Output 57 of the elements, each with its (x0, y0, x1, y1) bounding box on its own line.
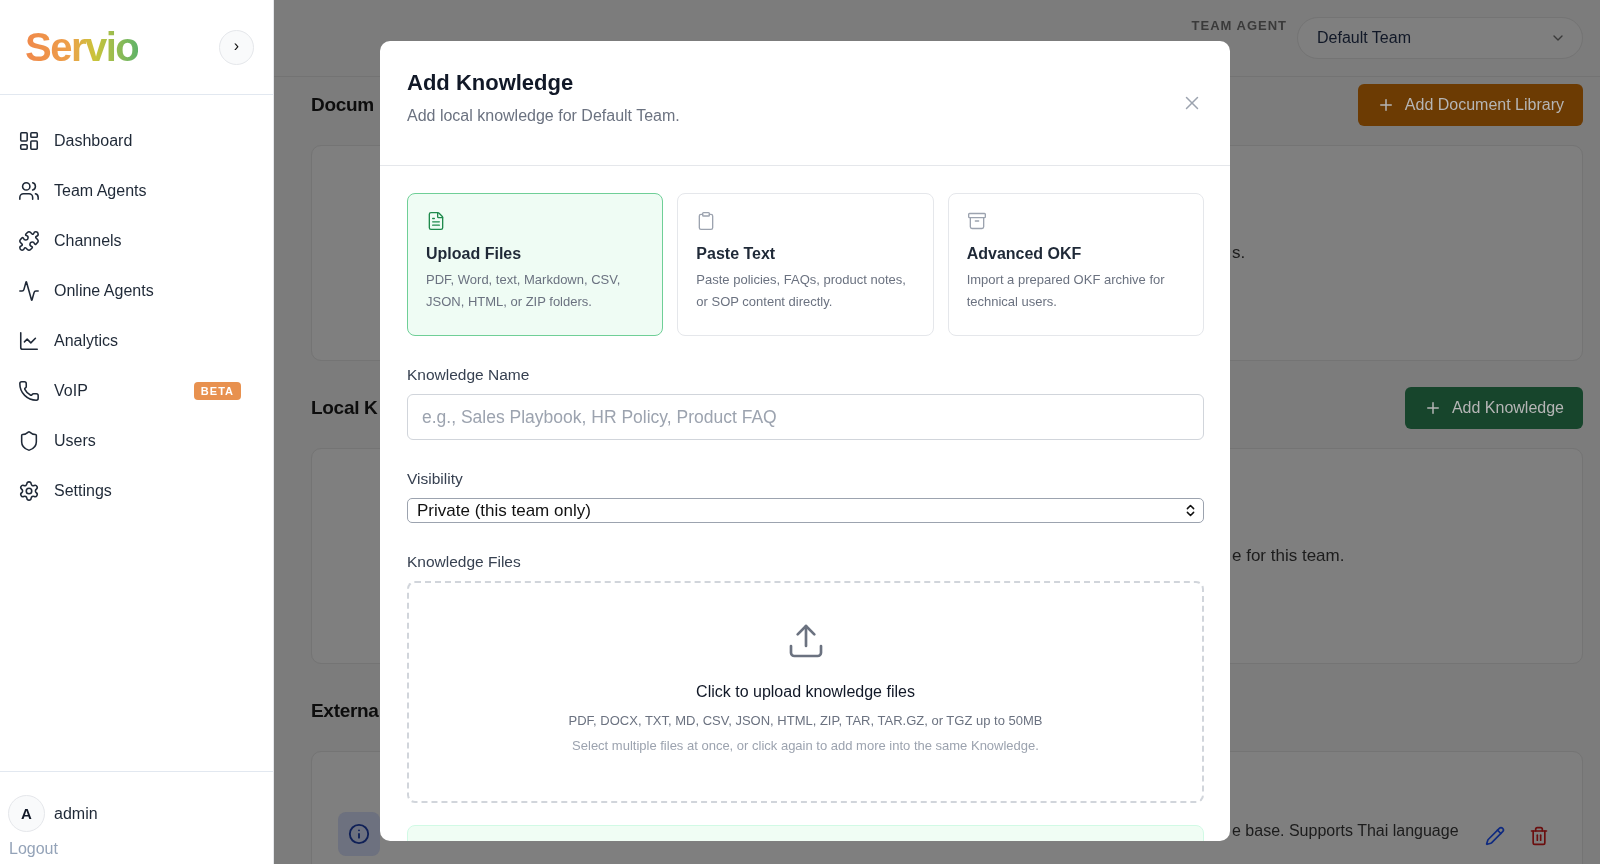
card-text: s. (1232, 243, 1246, 263)
nav-item[interactable]: Channels (0, 216, 273, 266)
visibility-select[interactable]: Private (this team only) (407, 498, 1204, 523)
nav-item[interactable]: Analytics (0, 316, 273, 366)
line-chart-icon (18, 330, 40, 352)
field-label: Knowledge Files (407, 553, 522, 571)
field-label: Knowledge Name (407, 366, 531, 384)
card-text: e for this team. (1232, 546, 1345, 566)
shield-icon (18, 430, 40, 452)
team-select[interactable]: Default Team (1297, 17, 1583, 59)
section-title: Externa (311, 700, 379, 722)
nav-label: Team Agents (54, 182, 148, 200)
dialog-title: Add Knowledge (407, 70, 575, 96)
archive-box-icon (966, 211, 987, 231)
card-text: e base. Supports Thai language (1232, 822, 1459, 840)
nav-label: Users (54, 432, 97, 450)
collapse-button[interactable]: › (219, 29, 254, 65)
field-label: Visibility (407, 470, 464, 488)
add-button[interactable]: Add Document Library (1357, 84, 1583, 126)
nav-label: Settings (54, 482, 113, 500)
nav-label: Online Agents (54, 282, 155, 300)
nav-item[interactable]: VoIP BETA (0, 366, 273, 416)
nav-item[interactable]: Team Agents (0, 166, 273, 216)
source-option[interactable]: Advanced OKF Import a prepared OKF archive for technical users. (947, 193, 1204, 336)
dropzone-formats: PDF, DOCX, TXT, MD, CSV, JSON, HTML, ZIP, TAR, TAR.GZ, or TGZ up to 50MB (568, 713, 1043, 728)
team-agent-label: TEAM AGENT (1191, 18, 1287, 33)
dashboard-icon (18, 130, 40, 152)
settings-icon (18, 480, 40, 502)
document-icon (426, 211, 446, 231)
delete-icon[interactable] (1528, 826, 1549, 846)
section-title: Local K (311, 397, 378, 419)
dropzone-title: Click to upload knowledge files (696, 683, 915, 701)
source-option[interactable]: Paste Text Paste policies, FAQs, product notes, or SOP content directly. (677, 193, 934, 336)
user-avatar: A (8, 795, 45, 832)
pulse-icon (18, 280, 40, 302)
nav-label: VoIP (54, 382, 89, 400)
users-icon (18, 180, 40, 202)
edit-icon[interactable] (1484, 826, 1505, 846)
knowledge-name-input[interactable]: e.g., Sales Playbook, HR Policy, Product FAQ (407, 394, 1204, 440)
dropzone-hint: Select multiple files at once, or click again to add more into the same Knowledge. (572, 738, 1039, 753)
nav-item[interactable]: Settings (0, 466, 273, 516)
nav-item[interactable]: Users (0, 416, 273, 466)
source-option[interactable]: Upload Files PDF, Word, text, Markdown, CSV, JSON, HTML, or ZIP folders. (407, 193, 664, 336)
beta-badge: BETA (193, 382, 241, 400)
dialog-subtitle: Add local knowledge for Default Team. (407, 107, 680, 125)
section-title: Docum (311, 94, 374, 116)
nav-label: Dashboard (54, 132, 134, 150)
phone-icon (18, 380, 40, 402)
add-button[interactable]: Add Knowledge (1404, 387, 1583, 429)
nav-item[interactable]: Dashboard (0, 116, 273, 166)
nav-label: Channels (54, 232, 123, 250)
file-dropzone[interactable]: Click to upload knowledge files PDF, DOCX, TXT, MD, CSV, JSON, HTML, ZIP, TAR, TAR.GZ, or TGZ up to 50MB Select multiple files at once, or click again to add more into the same Knowledge. (407, 581, 1204, 803)
nav-item[interactable]: Online Agents (0, 266, 273, 316)
user-name: admin (54, 804, 98, 823)
info-icon (338, 812, 380, 856)
puzzle-icon (18, 230, 40, 252)
nav-label: Analytics (54, 332, 120, 350)
